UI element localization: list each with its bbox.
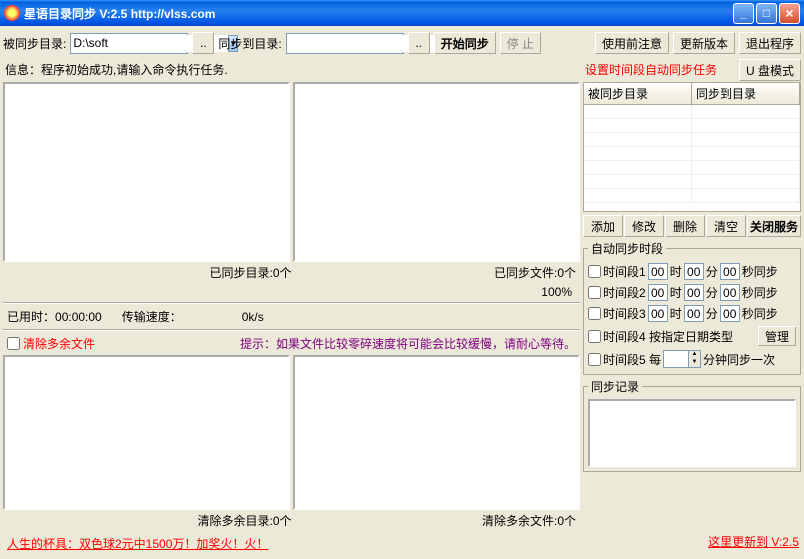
src-combo[interactable]: ▼ <box>70 33 188 54</box>
cleared-dirs-count: 清除多余目录:0个 <box>7 512 292 529</box>
synced-files-pane <box>293 82 580 262</box>
log-legend: 同步记录 <box>588 378 642 395</box>
edit-button[interactable]: 修改 <box>624 215 664 237</box>
toolbar: 被同步目录: ▼ .. 同步到目录: ▼ .. 开始同步 停 止 使用前注意 更… <box>3 29 801 57</box>
auto-sync-legend: 自动同步时段 <box>588 240 666 257</box>
version-link[interactable]: 这里更新到 V:2.5 <box>583 529 801 554</box>
close-service-button[interactable]: 关闭服务 <box>747 215 801 237</box>
ts3-label: 时间段3 <box>603 305 646 322</box>
dst-label: 同步到目录: <box>218 35 281 52</box>
close-button[interactable]: × <box>779 3 800 24</box>
cleanup-checkbox[interactable] <box>7 335 20 352</box>
app-icon <box>4 5 20 21</box>
usb-mode-button[interactable]: U 盘模式 <box>739 59 801 81</box>
task-table: 被同步目录 同步到目录 <box>583 82 801 212</box>
ts4-label: 时间段4 按指定日期类型 <box>603 328 733 345</box>
maximize-button[interactable]: □ <box>756 3 777 24</box>
src-label: 被同步目录: <box>3 35 66 52</box>
ts3-checkbox[interactable] <box>588 307 601 320</box>
ts2-label: 时间段2 <box>603 284 646 301</box>
cleanup-hint: 提示：如果文件比较零碎速度将可能会比较缓慢，请耐心等待。 <box>240 335 576 352</box>
start-sync-button[interactable]: 开始同步 <box>434 32 496 54</box>
minimize-button[interactable]: _ <box>733 3 754 24</box>
elapsed-label: 已用时： <box>7 310 55 324</box>
schedule-header: 设置时间段自动同步任务 <box>583 57 719 82</box>
synced-dirs-pane <box>3 82 290 262</box>
update-button[interactable]: 更新版本 <box>673 32 735 54</box>
ts5-spin[interactable]: ▲▼ <box>663 350 701 368</box>
ts5-suffix: 分钟同步一次 <box>703 351 775 368</box>
synced-dirs-count: 已同步目录:0个 <box>7 264 292 281</box>
ts4-manage-button[interactable]: 管理 <box>758 326 796 346</box>
ts2-hour[interactable]: 00 <box>648 284 668 301</box>
ts1-hour[interactable]: 00 <box>648 263 668 280</box>
dst-browse-button[interactable]: .. <box>408 32 430 54</box>
ts1-label: 时间段1 <box>603 263 646 280</box>
ts4-checkbox[interactable] <box>588 330 601 343</box>
col-dst[interactable]: 同步到目录 <box>692 83 800 104</box>
ts2-min[interactable]: 00 <box>684 284 704 301</box>
percent-label: 100% <box>3 283 580 301</box>
ts2-sec[interactable]: 00 <box>720 284 740 301</box>
cleanup-label: 清除多余文件 <box>23 335 95 352</box>
titlebar: 星语目录同步 V:2.5 http://vlss.com _ □ × <box>0 0 804 26</box>
log-fieldset: 同步记录 <box>583 378 801 472</box>
log-box <box>588 399 796 467</box>
ts2-checkbox[interactable] <box>588 286 601 299</box>
ts1-sec[interactable]: 00 <box>720 263 740 280</box>
stop-button: 停 止 <box>500 32 541 54</box>
speed-label: 传输速度： <box>122 310 182 324</box>
ts5-label: 时间段5 每 <box>603 351 661 368</box>
ad-link[interactable]: 人生的杯具：双色球2元中1500万！加奖火！火！ <box>7 535 268 552</box>
ts3-min[interactable]: 00 <box>684 305 704 322</box>
notice-button[interactable]: 使用前注意 <box>595 32 669 54</box>
add-button[interactable]: 添加 <box>583 215 623 237</box>
ts1-min[interactable]: 00 <box>684 263 704 280</box>
clear-button[interactable]: 清空 <box>706 215 746 237</box>
ts3-sec[interactable]: 00 <box>720 305 740 322</box>
ts1-checkbox[interactable] <box>588 265 601 278</box>
cleared-files-pane <box>293 355 580 510</box>
cleared-files-count: 清除多余文件:0个 <box>292 512 577 529</box>
ts5-checkbox[interactable] <box>588 353 601 366</box>
elapsed-value: 00:00:00 <box>55 310 102 324</box>
info-text: 信息：程序初始成功,请输入命令执行任务. <box>3 57 580 82</box>
speed-value: 0k/s <box>242 310 264 324</box>
auto-sync-fieldset: 自动同步时段 时间段1 00时 00分 00秒同步 时间段2 00时 00分 0… <box>583 240 801 375</box>
window-title: 星语目录同步 V:2.5 http://vlss.com <box>24 5 733 22</box>
synced-files-count: 已同步文件:0个 <box>292 264 577 281</box>
src-browse-button[interactable]: .. <box>192 32 214 54</box>
dst-combo[interactable]: ▼ <box>286 33 404 54</box>
cleared-dirs-pane <box>3 355 290 510</box>
ts3-hour[interactable]: 00 <box>648 305 668 322</box>
exit-button[interactable]: 退出程序 <box>739 32 801 54</box>
delete-button[interactable]: 删除 <box>665 215 705 237</box>
col-src[interactable]: 被同步目录 <box>584 83 692 104</box>
